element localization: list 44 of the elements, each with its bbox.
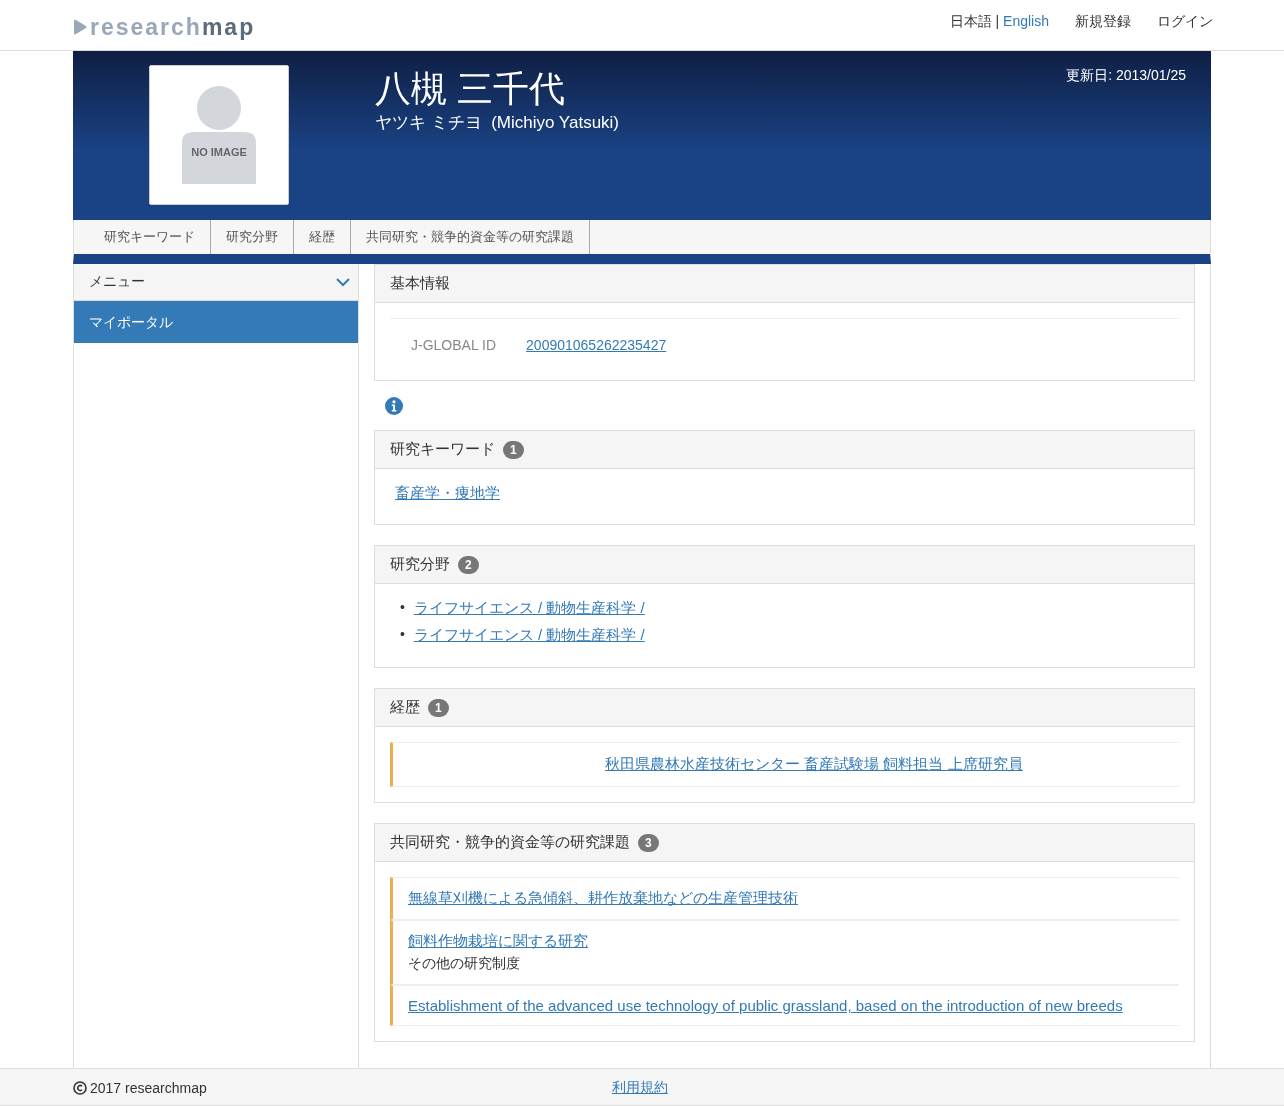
entry-link[interactable]: 飼料作物栽培に関する研究 — [408, 932, 588, 949]
updated-date: 更新日: 2013/01/25 — [1066, 67, 1186, 85]
copyright-text: 2017 researchmap — [73, 1080, 207, 1096]
count-badge: 2 — [458, 555, 479, 574]
info-icon[interactable] — [385, 397, 403, 415]
section-title: 研究キーワード — [390, 440, 495, 459]
bullet-mark: • — [400, 599, 405, 617]
menu-header[interactable]: メニュー — [74, 264, 358, 301]
header-link[interactable]: 新規登録 — [1075, 13, 1131, 31]
photo-label: NO IMAGE — [191, 145, 247, 158]
entry-link[interactable]: 秋田県農林水産技術センター 畜産試験場 飼料担当 上席研究員 — [605, 755, 1023, 772]
logo-text: map — [201, 13, 256, 40]
section-tab[interactable]: 共同研究・競争的資金等の研究課題 — [351, 220, 590, 254]
section-tab[interactable]: 経歴 — [294, 220, 351, 254]
field-label: J-GLOBAL ID — [411, 337, 497, 353]
keyword-link[interactable]: 畜産学・痩地学 — [395, 484, 500, 501]
bullet-mark: • — [400, 626, 405, 644]
field-link[interactable]: ライフサイエンス / 動物生産科学 / — [413, 599, 645, 618]
section-title: 研究分野 — [390, 555, 450, 574]
header-link[interactable]: ログイン — [1157, 13, 1213, 31]
section-title: 共同研究・競争的資金等の研究課題 — [390, 833, 630, 852]
entry-link[interactable]: 無線草刈機による急傾斜、耕作放棄地などの生産管理技術 — [408, 889, 798, 906]
language-link[interactable]: English — [1003, 13, 1049, 29]
section-tab[interactable]: 研究分野 — [211, 220, 294, 254]
field-link[interactable]: ライフサイエンス / 動物生産科学 / — [413, 626, 645, 645]
count-badge: 1 — [503, 440, 524, 459]
language-current: 日本語 — [949, 13, 992, 29]
section-title: 経歴 — [390, 698, 420, 717]
count-badge: 1 — [428, 698, 449, 717]
entry-note: その他の研究制度 — [408, 955, 521, 973]
profile-name: 八槻 三千代 — [375, 67, 566, 111]
separator: | — [995, 13, 1000, 29]
count-badge: 3 — [638, 833, 659, 852]
id-link[interactable]: 200901065262235427 — [526, 337, 667, 353]
section-tab[interactable]: 研究キーワード — [89, 220, 211, 254]
terms-link[interactable]: 利用規約 — [611, 1079, 668, 1097]
play-icon — [73, 19, 87, 35]
copyright-icon — [73, 1081, 87, 1095]
entry-link[interactable]: Establishment of the advanced use technology of public grassland, based on the introduction of new breeds — [408, 997, 1123, 1014]
logo-text: research — [90, 13, 202, 40]
menu-item[interactable]: マイポータル — [74, 301, 358, 343]
name-reading: ヤツキ ミチヨ (Michiyo Yatsuki) — [375, 112, 620, 134]
section-title: 基本情報 — [390, 274, 450, 293]
chevron-icon — [336, 277, 350, 287]
